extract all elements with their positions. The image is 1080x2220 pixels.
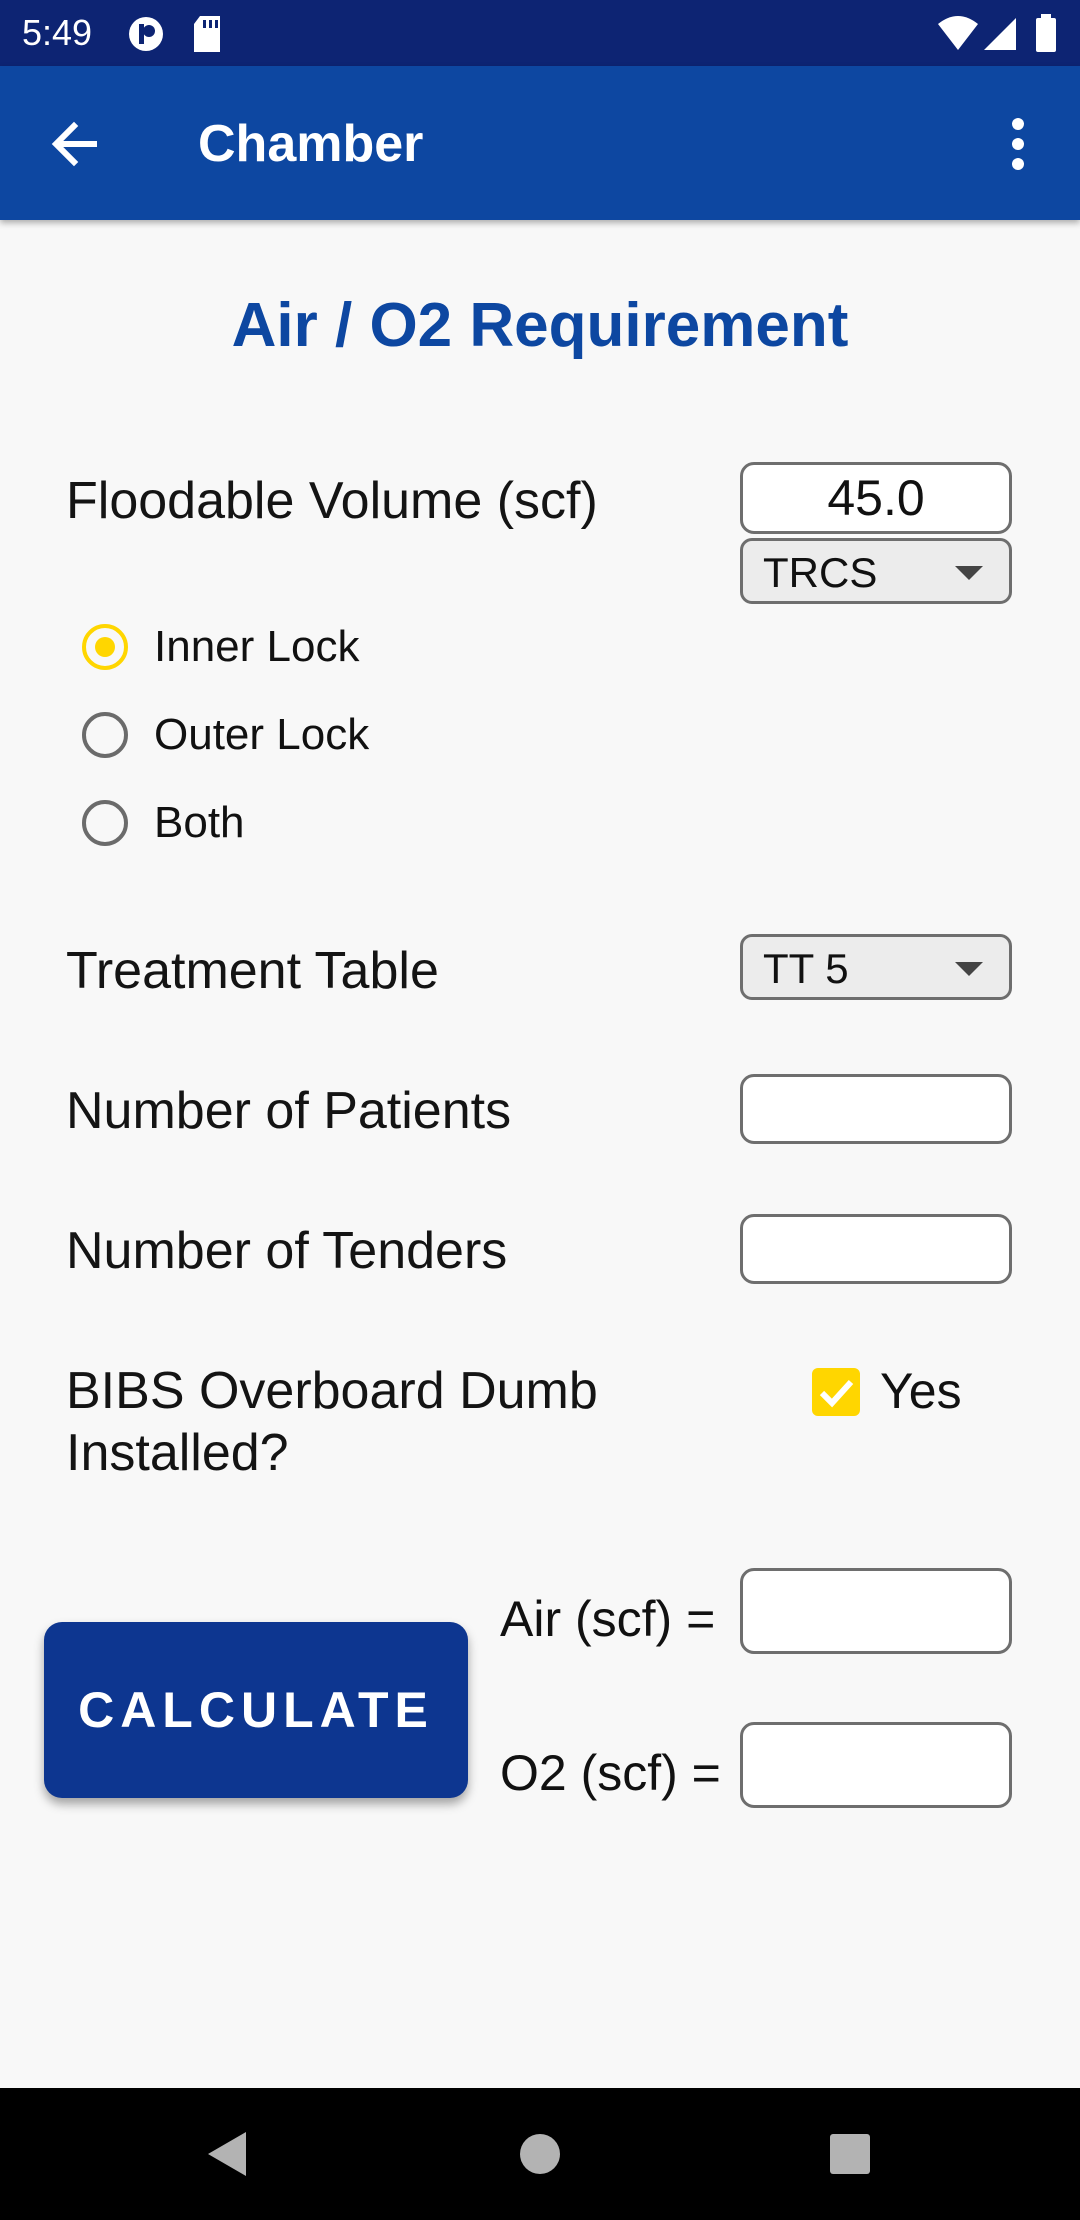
arrow-back-icon[interactable] <box>44 112 108 176</box>
back-triangle-icon[interactable] <box>204 2128 248 2180</box>
treatment-table-value: TT 5 <box>763 945 849 992</box>
radio-button-checked-icon[interactable] <box>82 624 128 670</box>
battery-icon <box>1036 14 1056 52</box>
dropdown-arrow-icon <box>955 566 983 580</box>
o2-result-label: O2 (scf) = <box>500 1745 721 1801</box>
radio-button-icon[interactable] <box>82 800 128 846</box>
bibs-label-line2: Installed? <box>66 1424 289 1482</box>
o2-result-field[interactable] <box>740 1722 1012 1808</box>
treatment-table-label: Treatment Table <box>66 942 439 1000</box>
chamber-select-value: TRCS <box>763 549 878 596</box>
treatment-table-select[interactable]: TT 5 <box>740 934 1012 1000</box>
floodable-volume-label: Floodable Volume (scf) <box>66 472 598 530</box>
tenders-input[interactable] <box>740 1214 1012 1284</box>
home-circle-icon[interactable] <box>518 2128 562 2180</box>
air-result-field[interactable] <box>740 1568 1012 1654</box>
page-title: Air / O2 Requirement <box>231 291 849 360</box>
sd-card-icon <box>194 16 220 52</box>
bibs-label-line1: BIBS Overboard Dumb <box>66 1362 598 1420</box>
status-bar: 5:49 <box>0 0 1080 66</box>
floodable-volume-input[interactable]: 45.0 <box>740 462 1012 534</box>
air-result-label: Air (scf) = <box>500 1591 716 1647</box>
recents-square-icon[interactable] <box>828 2128 872 2180</box>
radio-label-inner-lock: Inner Lock <box>154 622 360 671</box>
tenders-label: Number of Tenders <box>66 1222 508 1280</box>
app-bar: Chamber <box>0 66 1080 220</box>
patients-label: Number of Patients <box>66 1082 512 1140</box>
status-time: 5:49 <box>22 12 93 53</box>
calculate-button[interactable]: CALCULATE <box>44 1622 468 1798</box>
radio-label-outer-lock: Outer Lock <box>154 710 370 759</box>
dropdown-arrow-icon <box>955 962 983 976</box>
wifi-icon <box>938 16 978 50</box>
patients-input[interactable] <box>740 1074 1012 1144</box>
radio-button-icon[interactable] <box>82 712 128 758</box>
bibs-checkbox-label: Yes <box>880 1363 962 1419</box>
signal-icon <box>984 18 1016 50</box>
system-nav-bar <box>0 2088 1080 2220</box>
chamber-select[interactable]: TRCS <box>740 538 1012 604</box>
app-icon <box>129 17 163 51</box>
app-bar-title: Chamber <box>198 115 424 173</box>
radio-label-both: Both <box>154 798 245 847</box>
bibs-checkbox[interactable] <box>812 1368 860 1416</box>
check-icon <box>819 1379 854 1408</box>
more-vert-icon[interactable] <box>996 112 1040 176</box>
